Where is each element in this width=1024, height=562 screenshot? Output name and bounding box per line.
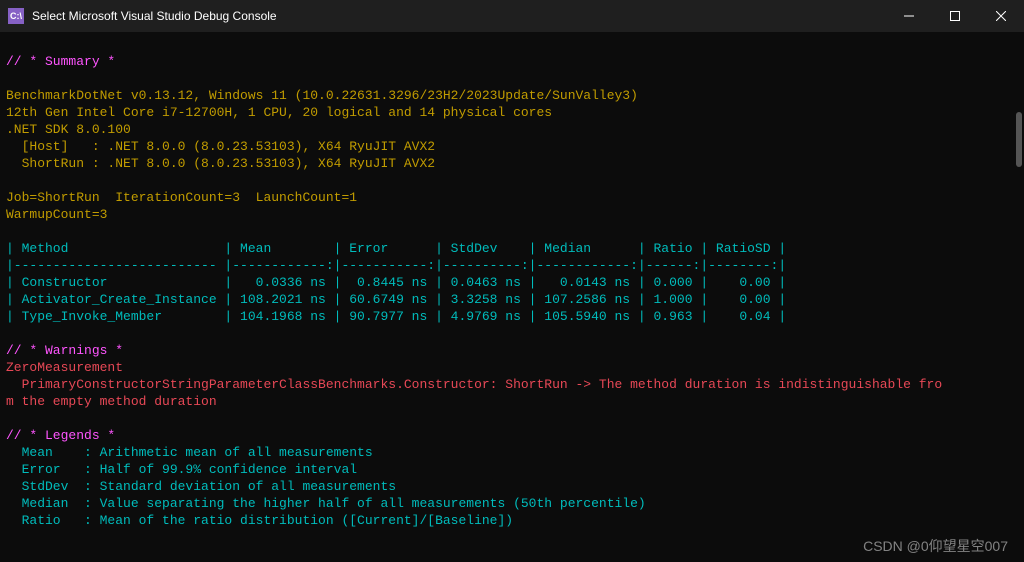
warning-message: PrimaryConstructorStringParameterClassBe… bbox=[6, 377, 942, 392]
table-row: | Type_Invoke_Member | 104.1968 ns | 90.… bbox=[6, 309, 786, 324]
table-row: | Constructor | 0.0336 ns | 0.8445 ns | … bbox=[6, 275, 786, 290]
window-title: Select Microsoft Visual Studio Debug Con… bbox=[32, 9, 277, 23]
legend-line: Mean : Arithmetic mean of all measuremen… bbox=[6, 445, 373, 460]
warmup-line: WarmupCount=3 bbox=[6, 207, 107, 222]
job-line: Job=ShortRun IterationCount=3 LaunchCoun… bbox=[6, 190, 357, 205]
minimize-button[interactable] bbox=[886, 0, 932, 32]
legend-line: Median : Value separating the higher hal… bbox=[6, 496, 646, 511]
warning-message: m the empty method duration bbox=[6, 394, 217, 409]
legend-line: Error : Half of 99.9% confidence interva… bbox=[6, 462, 357, 477]
table-row: | Activator_Create_Instance | 108.2021 n… bbox=[6, 292, 786, 307]
close-button[interactable] bbox=[978, 0, 1024, 32]
close-icon bbox=[996, 11, 1006, 21]
warnings-header: // * Warnings * bbox=[6, 343, 123, 358]
maximize-button[interactable] bbox=[932, 0, 978, 32]
env-line: .NET SDK 8.0.100 bbox=[6, 122, 131, 137]
legend-line: StdDev : Standard deviation of all measu… bbox=[6, 479, 396, 494]
table-header: | Method | Mean | Error | StdDev | Media… bbox=[6, 241, 786, 256]
env-line: BenchmarkDotNet v0.13.12, Windows 11 (10… bbox=[6, 88, 638, 103]
minimize-icon bbox=[904, 11, 914, 21]
legend-line: Ratio : Mean of the ratio distribution (… bbox=[6, 513, 513, 528]
env-line: [Host] : .NET 8.0.0 (8.0.23.53103), X64 … bbox=[6, 139, 435, 154]
titlebar: C:\ Select Microsoft Visual Studio Debug… bbox=[0, 0, 1024, 32]
watermark: CSDN @0仰望星空007 bbox=[863, 536, 1008, 556]
window-controls bbox=[886, 0, 1024, 32]
maximize-icon bbox=[950, 11, 960, 21]
legends-header: // * Legends * bbox=[6, 428, 115, 443]
scrollbar-track[interactable] bbox=[1010, 32, 1024, 562]
table-separator: |-------------------------- |-----------… bbox=[6, 258, 786, 273]
console-output[interactable]: // * Summary * BenchmarkDotNet v0.13.12,… bbox=[0, 32, 1024, 533]
summary-header: // * Summary * bbox=[6, 54, 115, 69]
warning-name: ZeroMeasurement bbox=[6, 360, 123, 375]
env-line: 12th Gen Intel Core i7-12700H, 1 CPU, 20… bbox=[6, 105, 552, 120]
scrollbar-thumb[interactable] bbox=[1016, 112, 1022, 167]
app-icon: C:\ bbox=[8, 8, 24, 24]
env-line: ShortRun : .NET 8.0.0 (8.0.23.53103), X6… bbox=[6, 156, 435, 171]
